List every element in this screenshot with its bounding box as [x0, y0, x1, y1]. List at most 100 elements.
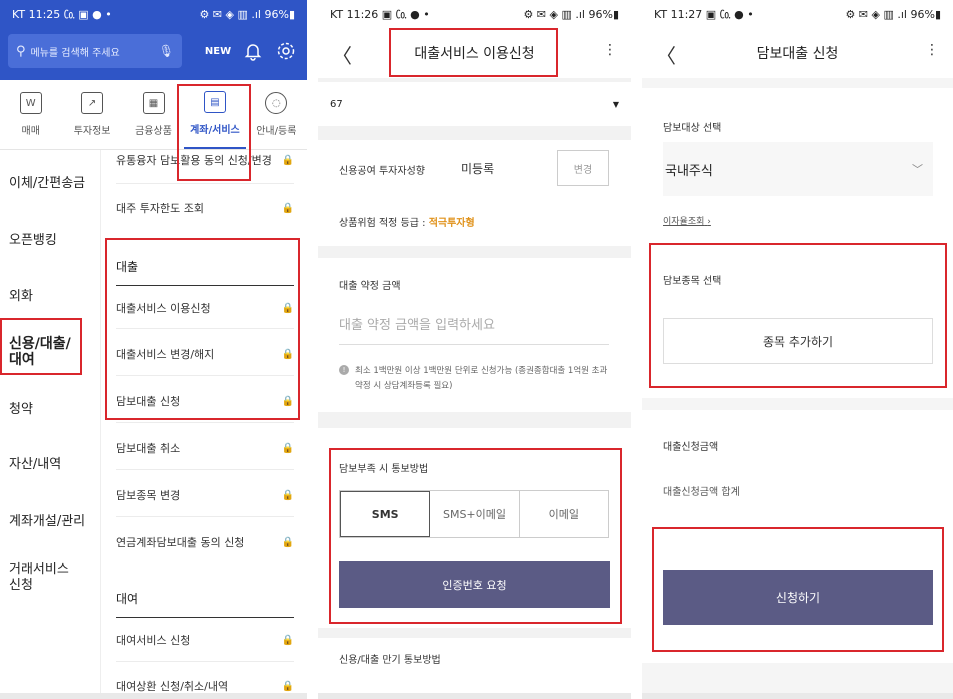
nav-account-open[interactable]: 계좌개설/관리	[9, 514, 85, 530]
tab-account-service[interactable]: ▤ 계좌/서비스	[184, 80, 246, 149]
menu-lend-repay[interactable]: 대여상환 신청/취소/내역 🔒	[116, 678, 294, 694]
lock-icon: 🔒	[281, 680, 294, 692]
more-icon[interactable]: ⋮	[603, 42, 617, 58]
highlight-stock	[649, 243, 947, 388]
menu-secured-loan-cancel[interactable]: 담보대출 취소 🔒	[116, 440, 294, 456]
status-bar: KT 11:25 ㏇ ▣ ● • ⚙ ✉ ◈ ▥ .ıl 96%▮	[0, 0, 307, 28]
lock-icon: 🔒	[281, 302, 294, 314]
lock-icon: 🔒	[281, 489, 294, 501]
left-nav: 이체/간편송금 오픈뱅킹 외화 신용/대출/ 대여 청약 자산/내역 계좌개설/…	[0, 150, 100, 699]
top-bar: KT 11:25 ㏇ ▣ ● • ⚙ ✉ ◈ ▥ .ıl 96%▮ ⚲ 메뉴를 …	[0, 0, 307, 80]
section-lend: 대여	[116, 590, 294, 618]
amount-label: 대출 약정 금액	[339, 281, 401, 292]
nav-fx[interactable]: 외화	[9, 289, 33, 305]
mic-icon[interactable]: 🎙	[159, 44, 174, 58]
gear-icon[interactable]	[273, 38, 299, 64]
page-title: 담보대출 신청	[756, 46, 839, 62]
status-battery: ⚙ ✉ ◈ ▥ .ıl 96%▮	[199, 7, 295, 21]
status-battery: ⚙ ✉ ◈ ▥ .ıl 96%▮	[845, 7, 941, 21]
notify-email[interactable]: 이메일	[520, 491, 608, 537]
status-bar: KT 11:27 ▣ ㏇ ● • ⚙ ✉ ◈ ▥ .ıl 96%▮	[642, 0, 953, 28]
tab-invest-info[interactable]: ↗ 투자정보	[61, 80, 122, 149]
tab-trade[interactable]: W 매매	[0, 80, 61, 149]
rate-inquiry-link[interactable]: 이자율조회 ›	[663, 214, 711, 227]
request-code-button[interactable]: 인증번호 요청	[339, 561, 610, 608]
chevron-down-icon: ﹀	[912, 163, 923, 176]
menu-secured-loan-apply[interactable]: 담보대출 신청 🔒	[116, 393, 294, 409]
status-icons: ㏇ ▣ ● •	[63, 8, 112, 21]
status-time: KT 11:25	[12, 8, 61, 21]
propensity-value: 미등록	[461, 162, 495, 176]
list-item[interactable]: 대주 투자한도 조회 🔒	[116, 200, 294, 216]
menu-list: 유통융자 담보활용 동의 신청/변경 🔒 대주 투자한도 조회 🔒 대출 대출서비스…	[100, 150, 307, 699]
change-button[interactable]: 변경	[557, 150, 609, 186]
status-time: KT 11:27	[654, 8, 703, 21]
gift-icon: ▦	[142, 92, 165, 114]
notify-sms-email[interactable]: SMS+이메일	[430, 491, 520, 537]
apply-button[interactable]: 신청하기	[663, 570, 933, 625]
lock-icon: 🔒	[281, 536, 294, 548]
screen-menu: KT 11:25 ㏇ ▣ ● • ⚙ ✉ ◈ ▥ .ıl 96%▮ ⚲ 메뉴를 …	[0, 0, 307, 699]
lock-icon: 🔒	[281, 348, 294, 360]
notify-label: 담보부족 시 통보방법	[339, 464, 429, 475]
add-stock-button[interactable]: 종목 추가하기	[663, 318, 933, 364]
maturity-label: 신용/대출 만기 통보방법	[339, 655, 441, 666]
nav-bar	[0, 693, 307, 699]
account-select[interactable]: 67 ▼	[318, 82, 631, 126]
nav-open-banking[interactable]: 오픈뱅킹	[9, 233, 57, 249]
list-item[interactable]: 유통융자 담보활용 동의 신청/변경 🔒	[116, 152, 294, 168]
status-bar: KT 11:26 ▣ ㏇ ● • ⚙ ✉ ◈ ▥ .ıl 96%▮	[318, 0, 631, 28]
info-icon: !	[339, 365, 349, 375]
loan-amount-label: 대출신청금액	[663, 442, 719, 453]
collateral-label: 담보대상 선택	[663, 123, 722, 134]
page-title: 대출서비스 이용신청	[414, 46, 535, 62]
status-battery: ⚙ ✉ ◈ ▥ .ıl 96%▮	[523, 7, 619, 21]
menu-loan-apply[interactable]: 대출서비스 이용신청 🔒	[116, 300, 294, 316]
tab-guide[interactable]: ◌ 안내/등록	[246, 80, 307, 149]
new-button[interactable]: NEW	[203, 38, 233, 64]
account-number: 67	[330, 98, 343, 110]
menu-pension-loan[interactable]: 연금계좌담보대출 동의 신청 🔒	[116, 534, 294, 550]
screen-loan-service-apply: KT 11:26 ▣ ㏇ ● • ⚙ ✉ ◈ ▥ .ıl 96%▮ 〈 대출서비…	[318, 0, 631, 699]
lock-icon: 🔒	[281, 202, 294, 214]
search-input[interactable]: ⚲ 메뉴를 검색해 주세요 🎙	[8, 34, 182, 68]
tab-products[interactable]: ▦ 금융상품	[123, 80, 184, 149]
caret-down-icon: ▼	[612, 99, 619, 109]
section-loan: 대출	[116, 258, 294, 286]
status-time: KT 11:26	[330, 8, 379, 21]
risk-grade: 상품위험 적정 등급 : 적극투자형	[339, 218, 475, 229]
notify-sms[interactable]: SMS	[340, 491, 431, 537]
nav-credit-loan[interactable]: 신용/대출/ 대여	[9, 336, 71, 368]
nav-trade-service[interactable]: 거래서비스 신청	[9, 562, 69, 594]
loan-total-label: 대출신청금액 합계	[663, 487, 740, 498]
headset-icon: ◌	[265, 92, 288, 114]
menu-collateral-change[interactable]: 담보종목 변경 🔒	[116, 487, 294, 503]
nav-bar	[642, 693, 953, 699]
building-icon: ▤	[203, 91, 226, 113]
nav-transfer[interactable]: 이체/간편송금	[9, 176, 85, 192]
menu-lend-apply[interactable]: 대여서비스 신청 🔒	[116, 632, 294, 648]
risk-grade-value: 적극투자형	[428, 218, 475, 229]
lock-icon: 🔒	[281, 154, 294, 166]
menu-loan-change[interactable]: 대출서비스 변경/해지 🔒	[116, 346, 294, 362]
notify-method-selector: SMS SMS+이메일 이메일	[339, 490, 609, 538]
status-icons: ▣ ㏇ ● •	[705, 8, 754, 21]
search-icon: ⚲	[16, 43, 26, 59]
more-icon[interactable]: ⋮	[925, 42, 939, 58]
lock-icon: 🔒	[281, 395, 294, 407]
chart-icon: ↗	[81, 92, 104, 114]
bell-icon[interactable]	[240, 38, 266, 64]
lock-icon: 🔒	[281, 442, 294, 454]
stock-label: 담보종목 선택	[663, 276, 722, 287]
nav-assets[interactable]: 자산/내역	[9, 457, 61, 473]
search-placeholder: 메뉴를 검색해 주세요	[30, 47, 120, 59]
category-tabs: W 매매 ↗ 투자정보 ▦ 금융상품 ▤ 계좌/서비스 ◌ 안내/등록	[0, 80, 307, 150]
screen-secured-loan-apply: KT 11:27 ▣ ㏇ ● • ⚙ ✉ ◈ ▥ .ıl 96%▮ 〈 담보대출…	[642, 0, 953, 699]
propensity-label: 신용공여 투자자성향	[339, 166, 425, 177]
nav-subscription[interactable]: 청약	[9, 402, 33, 418]
lock-icon: 🔒	[281, 634, 294, 646]
amount-input[interactable]: 대출 약정 금액을 입력하세요	[339, 314, 495, 333]
note-text: ! 최소 1백만원 이상 1백만원 단위로 신청가능 (종권종합대출 1억원 초…	[339, 364, 611, 394]
collateral-select[interactable]: 국내주식 ﹀	[663, 142, 933, 196]
status-icons: ▣ ㏇ ● •	[381, 8, 430, 21]
